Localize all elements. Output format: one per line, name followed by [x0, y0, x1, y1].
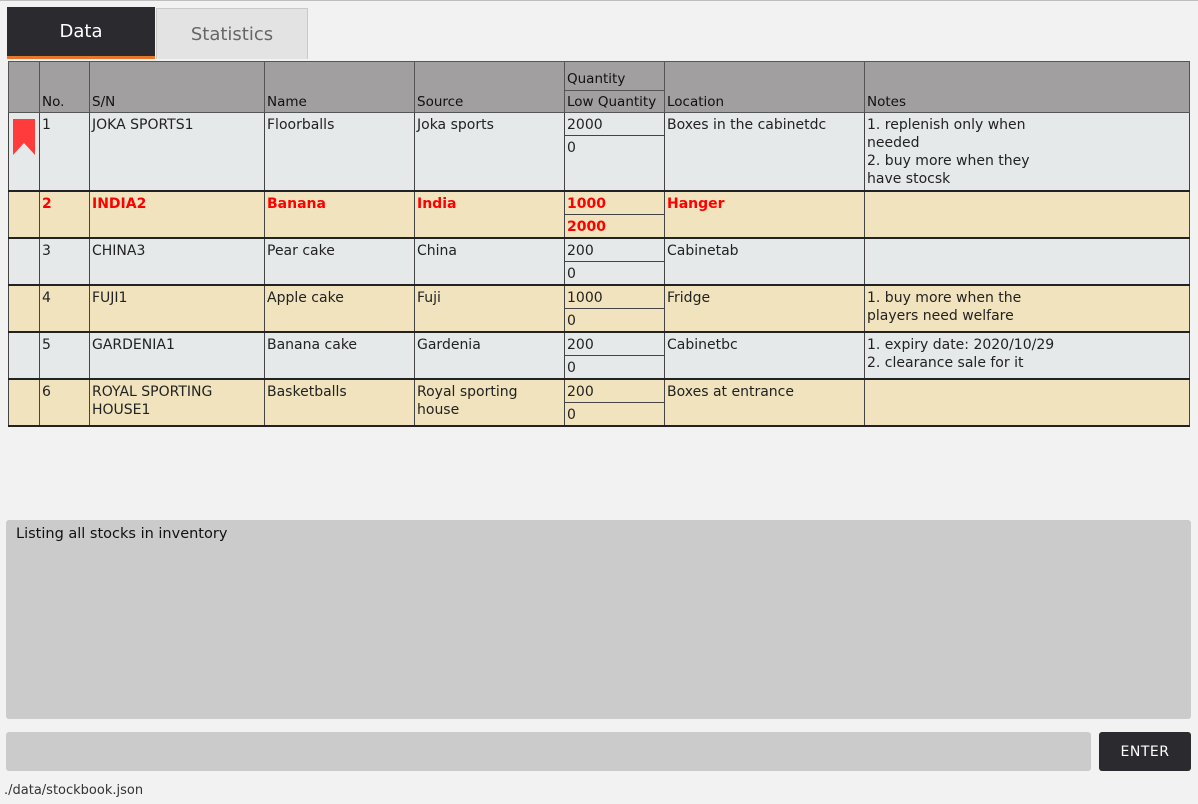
- cell-quantity-group: 2000 0: [564, 112, 665, 192]
- tab-bar: Data Statistics: [6, 7, 316, 60]
- note-line: 2. buy more when they: [867, 153, 1030, 169]
- cell-low-quantity: 0: [567, 312, 576, 329]
- header-name: Name: [264, 61, 415, 113]
- cell-source: Fuji: [414, 284, 565, 333]
- row-marker-cell: [8, 331, 40, 380]
- table-header-row: No. S/N Name Source Quantity Low Quantit…: [8, 61, 1190, 113]
- cell-no: 1: [39, 112, 90, 192]
- status-bar-path: ./data/stockbook.json: [4, 783, 144, 798]
- note-line: players need welfare: [867, 307, 1014, 324]
- cell-sn: INDIA2: [89, 190, 265, 239]
- cell-quantity: 200: [565, 333, 664, 356]
- header-source: Source: [414, 61, 565, 113]
- header-low-quantity: Low Quantity: [567, 94, 657, 110]
- cell-sn: CHINA3: [89, 237, 265, 286]
- cell-name: Apple cake: [264, 284, 415, 333]
- table-row[interactable]: 2 INDIA2 Banana India 1000 2000 Hanger: [8, 190, 1190, 239]
- table-row[interactable]: 5 GARDENIA1 Banana cake Gardenia 200 0 Cabinet…: [8, 331, 1190, 380]
- cell-quantity: 1000: [565, 192, 664, 215]
- cell-name: Pear cake: [264, 237, 415, 286]
- result-text: Listing all stocks in inventory: [16, 526, 228, 542]
- note-line: 1. replenish only when: [867, 117, 1026, 133]
- table-row[interactable]: 4 FUJI1 Apple cake Fuji 1000 0 Fridge 1. buy mo…: [8, 284, 1190, 333]
- cell-low-quantity: 0: [567, 359, 576, 376]
- cell-name: Basketballs: [264, 378, 415, 427]
- cell-no: 3: [39, 237, 90, 286]
- table-row[interactable]: 3 CHINA3 Pear cake China 200 0 Cabinetab: [8, 237, 1190, 286]
- cell-sn: JOKA SPORTS1: [89, 112, 265, 192]
- cell-notes: [864, 190, 1190, 239]
- row-marker-cell: [8, 284, 40, 333]
- header-sn: S/N: [89, 61, 265, 113]
- cell-name: Floorballs: [264, 112, 415, 192]
- cell-notes: 1. expiry date: 2020/10/29 2. clearance s…: [864, 331, 1190, 380]
- cell-name: Banana cake: [264, 331, 415, 380]
- result-display: Listing all stocks in inventory: [6, 520, 1191, 719]
- cell-source: Gardenia: [414, 331, 565, 380]
- cell-quantity: 200: [565, 380, 664, 403]
- cell-notes: [864, 237, 1190, 286]
- row-marker-cell: [8, 112, 40, 192]
- cell-quantity: 200: [565, 239, 664, 262]
- header-notes: Notes: [864, 61, 1190, 113]
- cell-low-quantity: 0: [567, 265, 576, 282]
- cell-sn: ROYAL SPORTING HOUSE1: [89, 378, 265, 427]
- cell-no: 6: [39, 378, 90, 427]
- note-line: needed: [867, 135, 920, 151]
- note-line: 1. expiry date: 2020/10/29: [867, 336, 1055, 353]
- stock-table: No. S/N Name Source Quantity Low Quantit…: [8, 61, 1190, 427]
- cell-no: 4: [39, 284, 90, 333]
- cell-source: Joka sports: [414, 112, 565, 192]
- header-quantity: Quantity: [565, 65, 664, 91]
- cell-sn: FUJI1: [89, 284, 265, 333]
- note-line: have stocsk: [867, 171, 951, 187]
- cell-location: Cabinetab: [664, 237, 865, 286]
- header-no: No.: [39, 61, 90, 113]
- cell-quantity: 2000: [565, 113, 664, 136]
- cell-quantity-group: 200 0: [564, 237, 665, 286]
- cell-notes: [864, 378, 1190, 427]
- note-line: 1. buy more when the: [867, 289, 1022, 306]
- cell-quantity-group: 1000 2000: [564, 190, 665, 239]
- cell-location: Boxes in the cabinetdc: [664, 112, 865, 192]
- note-line: 2. clearance sale for it: [867, 354, 1024, 371]
- bookmark-flag-icon: [13, 119, 35, 155]
- row-marker-cell: [8, 190, 40, 239]
- table-row[interactable]: 1 JOKA SPORTS1 Floorballs Joka sports 2000 0 B…: [8, 112, 1190, 192]
- cell-quantity-group: 200 0: [564, 378, 665, 427]
- tab-statistics[interactable]: Statistics: [156, 8, 308, 59]
- cell-notes: 1. replenish only when needed 2. buy more …: [864, 112, 1190, 192]
- cell-notes: 1. buy more when the players need welfare: [864, 284, 1190, 333]
- cell-source: China: [414, 237, 565, 286]
- cell-source: India: [414, 190, 565, 239]
- cell-location: Cabinetbc: [664, 331, 865, 380]
- cell-low-quantity: 2000: [567, 218, 606, 235]
- cell-location: Hanger: [664, 190, 865, 239]
- cell-location: Fridge: [664, 284, 865, 333]
- row-marker-cell: [8, 237, 40, 286]
- cell-no: 2: [39, 190, 90, 239]
- enter-button[interactable]: ENTER: [1099, 732, 1191, 771]
- command-input[interactable]: [6, 732, 1091, 771]
- tab-data[interactable]: Data: [7, 7, 155, 59]
- cell-quantity-group: 1000 0: [564, 284, 665, 333]
- header-location: Location: [664, 61, 865, 113]
- cell-quantity-group: 200 0: [564, 331, 665, 380]
- cell-low-quantity: 0: [567, 140, 576, 156]
- cell-source: Royal sporting house: [414, 378, 565, 427]
- cell-quantity: 1000: [565, 286, 664, 309]
- cell-location: Boxes at entrance: [664, 378, 865, 427]
- cell-no: 5: [39, 331, 90, 380]
- cell-name: Banana: [264, 190, 415, 239]
- header-marker: [8, 61, 40, 113]
- cell-low-quantity: 0: [567, 406, 576, 423]
- cell-sn: GARDENIA1: [89, 331, 265, 380]
- header-quantity-group: Quantity Low Quantity: [564, 61, 665, 113]
- table-row[interactable]: 6 ROYAL SPORTING HOUSE1 Basketballs Royal s…: [8, 378, 1190, 427]
- row-marker-cell: [8, 378, 40, 427]
